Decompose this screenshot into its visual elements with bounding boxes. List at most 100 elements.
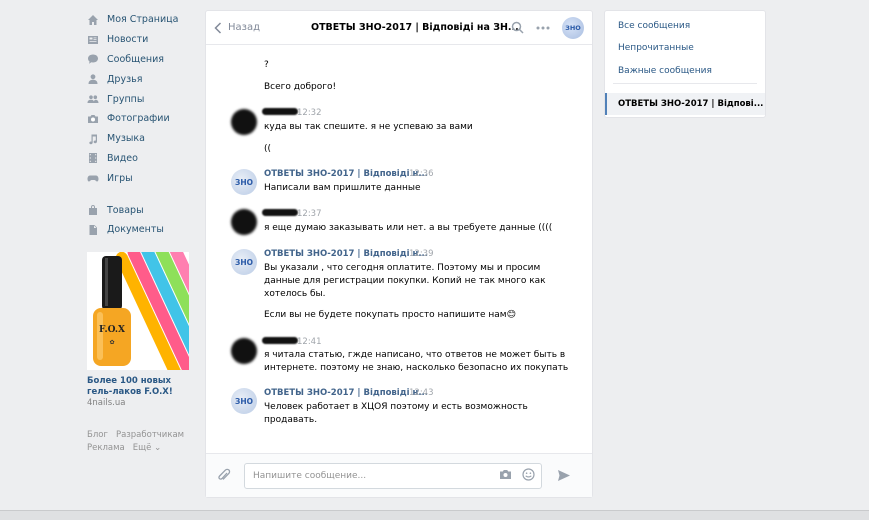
message-time: 12:32 bbox=[297, 108, 322, 118]
nav-video[interactable]: Видео bbox=[87, 149, 197, 169]
nav-separator bbox=[87, 188, 197, 200]
message-time: 12:39 bbox=[409, 249, 434, 259]
chat-title[interactable]: ОТВЕТЫ ЗНО-2017 | Відповіді на ЗН... bbox=[311, 22, 519, 33]
footer-link-more[interactable]: Ещё ⌄ bbox=[133, 443, 161, 453]
avatar[interactable] bbox=[231, 209, 257, 235]
nav-label: Друзья bbox=[107, 73, 143, 85]
message-text: ? bbox=[264, 60, 269, 70]
back-button[interactable]: Назад bbox=[214, 21, 261, 34]
message-text: я читала статью, гжде написано, что отве… bbox=[264, 350, 566, 360]
nav-label: Фотографии bbox=[107, 113, 170, 125]
ad-title[interactable]: Более 100 новых гель-лаков F.O.X! bbox=[87, 376, 197, 398]
nav-messages[interactable]: Сообщения bbox=[87, 50, 197, 70]
avatar[interactable] bbox=[231, 338, 257, 364]
nav-label: Документы bbox=[107, 224, 164, 236]
nav-groups[interactable]: Группы bbox=[87, 89, 197, 109]
search-icon[interactable] bbox=[510, 21, 524, 35]
nav-photos[interactable]: Фотографии bbox=[87, 109, 197, 129]
nav-documents[interactable]: Документы bbox=[87, 220, 197, 240]
message-text: (( bbox=[264, 144, 272, 154]
nav-friends[interactable]: Друзья bbox=[87, 69, 197, 89]
ad-domain[interactable]: 4nails.ua bbox=[87, 398, 197, 409]
message-input[interactable] bbox=[253, 470, 493, 481]
bag-icon bbox=[87, 204, 99, 216]
nav-news[interactable]: Новости bbox=[87, 30, 197, 50]
document-icon bbox=[87, 224, 99, 236]
conversation-filters: Все сообщения Непрочитанные Важные сообщ… bbox=[604, 10, 766, 118]
message-author[interactable]: ОТВЕТЫ ЗНО-2017 | Відповіді н... bbox=[264, 388, 428, 398]
avatar[interactable]: ЗНО bbox=[231, 249, 257, 275]
message-text: Вы указали , что сегодня оплатите. Поэто… bbox=[264, 263, 541, 273]
message-text: продавать. bbox=[264, 415, 318, 425]
nav-label: Сообщения bbox=[107, 53, 165, 65]
send-icon[interactable] bbox=[556, 468, 572, 484]
message-text: хотелось бы. bbox=[264, 289, 326, 299]
friend-icon bbox=[87, 73, 99, 85]
ad-block[interactable]: F.O.X ✿ Более 100 новых гель-лаков F.O.X… bbox=[87, 251, 197, 409]
chevron-left-icon bbox=[214, 21, 222, 34]
bottom-bar bbox=[0, 510, 869, 520]
back-label: Назад bbox=[228, 22, 261, 33]
nav-games[interactable]: Игры bbox=[87, 168, 197, 188]
chat-panel: Назад ОТВЕТЫ ЗНО-2017 | Відповіді на ЗН.… bbox=[205, 10, 593, 498]
footer-link-developers[interactable]: Разработчикам bbox=[116, 430, 184, 440]
bottle-label: F.O.X bbox=[99, 325, 125, 335]
footer-links: Блог Разработчикам Реклама Ещё ⌄ bbox=[87, 429, 197, 455]
chat-avatar[interactable]: ЗНО bbox=[562, 16, 584, 39]
nav-label: Группы bbox=[107, 93, 145, 105]
message-text: Всего доброго! bbox=[264, 82, 337, 92]
home-icon bbox=[87, 14, 99, 26]
avatar[interactable]: ЗНО bbox=[231, 388, 257, 414]
active-conversation[interactable]: ОТВЕТЫ ЗНО-2017 | Відпові... bbox=[605, 93, 765, 115]
nav-label: Музыка bbox=[107, 133, 145, 145]
message-time: 12:43 bbox=[409, 388, 434, 398]
nav-my-page[interactable]: Моя Страница bbox=[87, 10, 197, 30]
input-actions bbox=[499, 467, 535, 484]
message-author[interactable]: ОТВЕТЫ ЗНО-2017 | Відповіді н... bbox=[264, 249, 428, 259]
groups-icon bbox=[87, 93, 99, 105]
message-text: куда вы так спешите. я не успеваю за вам… bbox=[264, 122, 473, 132]
camera-icon bbox=[87, 113, 99, 125]
message-text: Если вы не будете покупать просто напиши… bbox=[264, 310, 516, 320]
avatar[interactable] bbox=[231, 109, 257, 135]
nav-goods[interactable]: Товары bbox=[87, 200, 197, 220]
filter-important[interactable]: Важные сообщения bbox=[618, 66, 712, 76]
smile-icon[interactable] bbox=[522, 467, 535, 484]
avatar[interactable]: ЗНО bbox=[231, 169, 257, 195]
nav-music[interactable]: Музыка bbox=[87, 129, 197, 149]
nav-label: Видео bbox=[107, 152, 138, 164]
ad-image[interactable]: F.O.X ✿ bbox=[87, 251, 189, 370]
nav-label: Новости bbox=[107, 34, 149, 46]
message-time: 12:37 bbox=[297, 209, 322, 219]
camera-icon[interactable] bbox=[499, 469, 512, 483]
redacted-author bbox=[262, 337, 298, 344]
message-time: 12:41 bbox=[297, 337, 322, 347]
message-time: 12:36 bbox=[409, 169, 434, 179]
filter-all-messages[interactable]: Все сообщения bbox=[618, 21, 690, 31]
filter-unread[interactable]: Непрочитанные bbox=[618, 43, 694, 53]
left-sidebar: Моя Страница Новости Сообщения Друзья Гр… bbox=[87, 10, 197, 455]
header-actions: ЗНО bbox=[510, 16, 584, 39]
svg-text:✿: ✿ bbox=[109, 339, 114, 346]
message-list: ? Всего доброго! 12:32 куда вы так спеши… bbox=[206, 45, 592, 453]
music-icon bbox=[87, 133, 99, 145]
message-text: Человек работает в ХЦОЯ поэтому и есть в… bbox=[264, 402, 528, 412]
nail-polish-image: F.O.X ✿ bbox=[87, 251, 189, 370]
more-icon[interactable] bbox=[536, 21, 550, 35]
video-icon bbox=[87, 152, 99, 164]
message-composer bbox=[206, 453, 592, 497]
paperclip-icon[interactable] bbox=[216, 468, 232, 484]
nav-label: Игры bbox=[107, 172, 133, 184]
redacted-author bbox=[262, 209, 298, 216]
message-author[interactable]: ОТВЕТЫ ЗНО-2017 | Відповіді н... bbox=[264, 169, 428, 179]
messages-icon bbox=[87, 53, 99, 65]
redacted-author bbox=[262, 108, 298, 115]
gamepad-icon bbox=[87, 172, 99, 184]
chat-header: Назад ОТВЕТЫ ЗНО-2017 | Відповіді на ЗН.… bbox=[206, 11, 592, 45]
nav-label: Товары bbox=[107, 204, 144, 216]
footer-link-ads[interactable]: Реклама bbox=[87, 443, 125, 453]
nav-label: Моя Страница bbox=[107, 14, 179, 26]
message-text: Написали вам пришлите данные bbox=[264, 183, 421, 193]
footer-link-blog[interactable]: Блог bbox=[87, 430, 108, 440]
message-input-box[interactable] bbox=[244, 462, 542, 489]
